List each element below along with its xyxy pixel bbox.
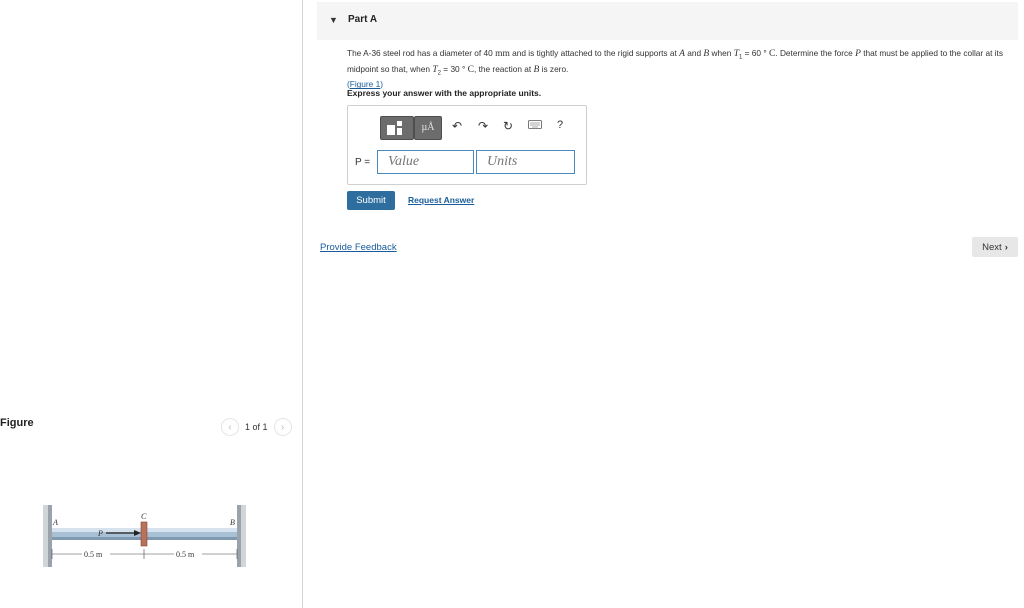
triangle-down-icon[interactable]: ▼ bbox=[329, 15, 338, 25]
answer-box: µÅ ↶ ↷ ↻ ? P = bbox=[347, 105, 587, 185]
degree-symbol: ° bbox=[462, 63, 466, 74]
problem-statement: The A-36 steel rod has a diameter of 40 … bbox=[347, 48, 1012, 90]
next-button[interactable]: Next › bbox=[972, 237, 1018, 257]
units-button[interactable]: µÅ bbox=[414, 116, 442, 140]
label-a: A bbox=[52, 518, 58, 527]
collar bbox=[140, 521, 148, 547]
value-input[interactable] bbox=[377, 150, 474, 174]
figure-pager: ‹ 1 of 1 › bbox=[221, 418, 292, 436]
help-icon[interactable]: ? bbox=[557, 119, 563, 131]
submit-button[interactable]: Submit bbox=[347, 191, 395, 210]
next-button-label: Next bbox=[982, 241, 1002, 253]
template-icon[interactable] bbox=[380, 116, 414, 140]
label-c: C bbox=[141, 512, 147, 521]
dimension-right: 0.5 m bbox=[176, 550, 195, 559]
var-a: A bbox=[679, 49, 685, 59]
left-support-shade bbox=[43, 505, 48, 567]
reset-icon[interactable]: ↻ bbox=[503, 119, 513, 133]
subscript-2: 2 bbox=[437, 70, 441, 77]
problem-text: is zero. bbox=[541, 63, 569, 74]
redo-icon[interactable]: ↷ bbox=[478, 119, 488, 133]
answer-label: P = bbox=[355, 157, 371, 168]
problem-text: The A-36 steel rod has a diameter of 40 bbox=[347, 48, 493, 58]
panel-divider bbox=[302, 0, 303, 608]
var-b: B bbox=[533, 64, 540, 75]
problem-text: . Determine the force bbox=[775, 48, 853, 58]
figure-panel: Figure ‹ 1 of 1 › A B C P 0.5 m 0.5 m bbox=[0, 0, 302, 608]
units-input[interactable] bbox=[476, 150, 575, 174]
problem-text: = 30 bbox=[443, 63, 460, 74]
label-b: B bbox=[230, 518, 235, 527]
request-answer-link[interactable]: Request Answer bbox=[408, 195, 474, 205]
label-p: P bbox=[97, 529, 103, 538]
problem-text: when bbox=[711, 48, 732, 58]
problem-text: , the reaction at bbox=[473, 63, 532, 74]
problem-text: and bbox=[687, 48, 702, 58]
degree-symbol: ° bbox=[763, 48, 767, 58]
chevron-left-icon[interactable]: ‹ bbox=[221, 418, 239, 436]
left-support bbox=[48, 505, 52, 567]
figure-title: Figure bbox=[0, 417, 34, 429]
math-toolbar: µÅ ↶ ↷ ↻ ? bbox=[380, 116, 576, 140]
problem-text: and is tightly attached to the rigid sup… bbox=[512, 48, 677, 58]
right-support bbox=[237, 505, 241, 567]
chevron-right-icon[interactable]: › bbox=[273, 418, 292, 436]
keyboard-icon[interactable] bbox=[528, 118, 542, 133]
pager-count: 1 of 1 bbox=[245, 422, 268, 432]
provide-feedback-link[interactable]: Provide Feedback bbox=[320, 242, 397, 253]
part-header[interactable]: ▼ Part A bbox=[317, 2, 1018, 40]
instructions: Express your answer with the appropriate… bbox=[347, 88, 542, 98]
subscript-1: 1 bbox=[738, 54, 743, 61]
problem-text: = 60 bbox=[744, 48, 762, 58]
right-support-shade bbox=[241, 505, 246, 567]
unit-mm: mm bbox=[495, 49, 510, 59]
dimension-left: 0.5 m bbox=[84, 550, 103, 559]
rod-diagram-image[interactable]: A B C P 0.5 m 0.5 m bbox=[40, 503, 250, 575]
undo-icon[interactable]: ↶ bbox=[452, 119, 462, 133]
chevron-right-icon: › bbox=[1004, 241, 1008, 253]
part-title: Part A bbox=[348, 14, 378, 25]
var-b: B bbox=[703, 49, 710, 59]
var-p: P bbox=[855, 49, 861, 59]
